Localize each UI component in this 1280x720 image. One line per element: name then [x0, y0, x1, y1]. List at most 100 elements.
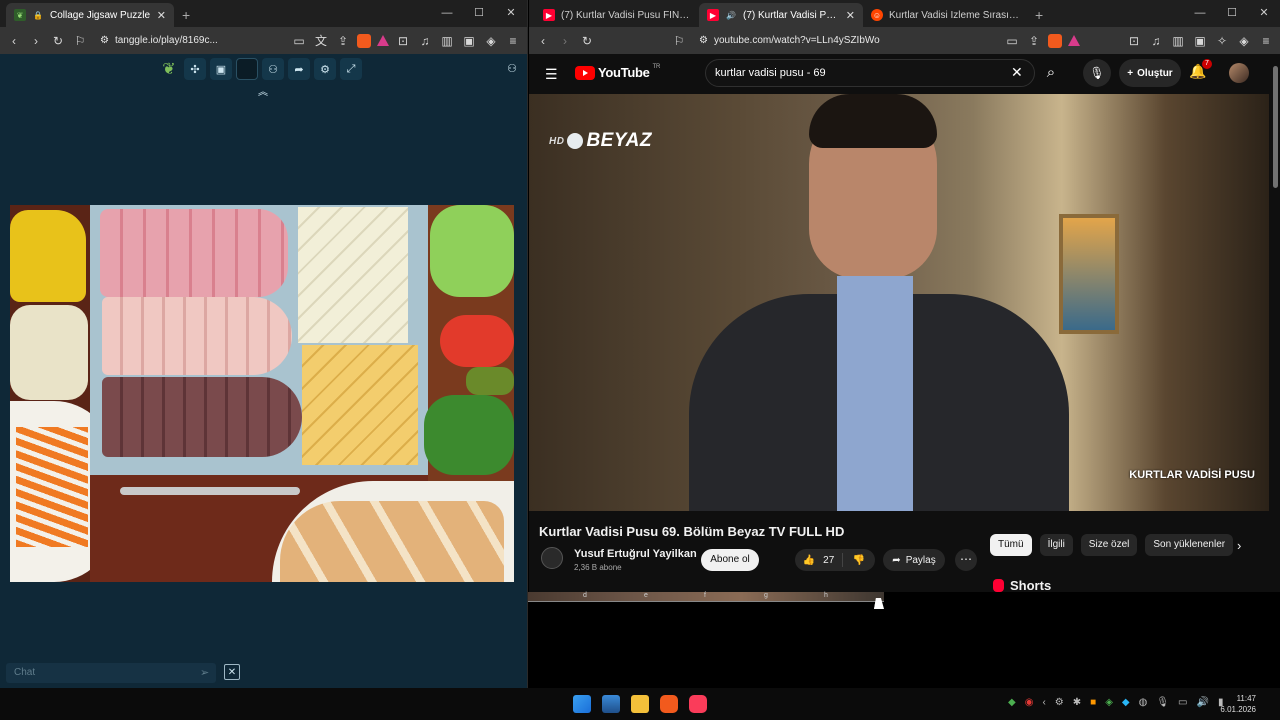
- system-clock[interactable]: 11:47 6.01.2026: [1220, 693, 1256, 715]
- translate-icon[interactable]: 文: [313, 32, 329, 49]
- minimize-icon[interactable]: —: [1184, 0, 1216, 27]
- tab-search-icon[interactable]: ⊡: [395, 34, 411, 48]
- site-info-icon[interactable]: ⚙: [100, 35, 109, 46]
- tray-app-icon[interactable]: ◉: [1025, 697, 1034, 708]
- reload-icon[interactable]: ↻: [50, 34, 66, 48]
- more-actions-icon[interactable]: ⋯: [955, 549, 977, 571]
- media-icon[interactable]: ♫: [417, 34, 433, 48]
- leaf-logo-icon[interactable]: ❦: [158, 58, 180, 80]
- new-tab-button[interactable]: +: [1027, 7, 1051, 27]
- youtube-logo[interactable]: YouTube TR: [575, 64, 660, 80]
- back-icon[interactable]: ‹: [535, 34, 551, 48]
- tray-app-icon[interactable]: ■: [1090, 697, 1096, 708]
- new-tab-button[interactable]: +: [174, 7, 198, 27]
- cast-icon[interactable]: ▭: [1004, 34, 1020, 48]
- close-chat-icon[interactable]: ✕: [224, 664, 240, 680]
- chip-all[interactable]: Tümü: [990, 534, 1032, 556]
- tab-kv-69[interactable]: ▶ 🔊 (7) Kurtlar Vadisi Pusu 69. Böl ✕: [699, 3, 863, 27]
- chip-recent[interactable]: Son yüklenenler: [1145, 534, 1234, 556]
- audio-playing-icon[interactable]: 🔊: [725, 9, 737, 21]
- tray-settings-icon[interactable]: ⚙: [1055, 697, 1064, 708]
- close-window-icon[interactable]: ✕: [1248, 0, 1280, 27]
- users-icon[interactable]: ⚇: [262, 58, 284, 80]
- tray-bluetooth-icon[interactable]: ✱: [1073, 697, 1081, 708]
- menu-icon[interactable]: ≡: [1258, 34, 1274, 48]
- search-icon[interactable]: ⌕: [1037, 59, 1065, 87]
- brave-shields-icon[interactable]: [1048, 33, 1062, 48]
- clear-search-icon[interactable]: ✕: [1011, 64, 1023, 81]
- ai-assistant-icon[interactable]: ✧: [1214, 34, 1230, 48]
- tray-display-icon[interactable]: ▭: [1178, 697, 1187, 708]
- chip-for-you[interactable]: Size özel: [1080, 534, 1138, 556]
- tab-collage-jigsaw[interactable]: ❦ 🔒 Collage Jigsaw Puzzle ✕: [6, 3, 174, 27]
- share-page-icon[interactable]: ⇪: [335, 34, 351, 48]
- cast-icon[interactable]: ▭: [291, 34, 307, 48]
- create-button[interactable]: + Oluştur: [1119, 59, 1181, 87]
- widgets-icon[interactable]: [602, 695, 620, 713]
- chevron-right-icon[interactable]: ›: [1237, 538, 1241, 553]
- forward-icon[interactable]: ›: [28, 34, 44, 48]
- fullscreen-icon[interactable]: ⤢: [340, 58, 362, 80]
- vpn-icon[interactable]: ◈: [1236, 34, 1252, 48]
- wallet-icon[interactable]: ▣: [1192, 34, 1208, 48]
- channel-avatar[interactable]: [541, 547, 563, 569]
- vpn-icon[interactable]: ◈: [483, 34, 499, 48]
- sidebar-icon[interactable]: ▥: [439, 34, 455, 48]
- brave-shields-icon[interactable]: [357, 33, 371, 48]
- like-button[interactable]: 👍 27: [795, 553, 843, 567]
- search-input[interactable]: kurtlar vadisi pusu - 69: [705, 59, 1035, 87]
- sidebar-icon[interactable]: ▥: [1170, 34, 1186, 48]
- tray-mic-icon[interactable]: 🎙: [1156, 697, 1169, 708]
- dislike-icon[interactable]: 👎: [843, 555, 875, 566]
- share-page-icon[interactable]: ⇪: [1026, 34, 1042, 48]
- hamburger-menu-icon[interactable]: ☰: [545, 66, 558, 83]
- brave-rewards-icon[interactable]: [377, 35, 389, 46]
- file-explorer-icon[interactable]: [631, 695, 649, 713]
- chip-related[interactable]: İlgili: [1039, 534, 1073, 556]
- minimize-icon[interactable]: —: [431, 0, 463, 27]
- forward-icon[interactable]: ›: [557, 34, 573, 48]
- subscribe-button[interactable]: Abone ol: [701, 549, 759, 571]
- image-icon[interactable]: ▣: [210, 58, 232, 80]
- maximize-icon[interactable]: ☐: [1216, 0, 1248, 27]
- settings-icon[interactable]: ⚙: [314, 58, 336, 80]
- avatar[interactable]: [1229, 63, 1249, 83]
- music-icon[interactable]: [689, 695, 707, 713]
- tray-chevron-icon[interactable]: ‹: [1042, 697, 1045, 708]
- start-icon[interactable]: [573, 695, 591, 713]
- share-icon[interactable]: ➦: [288, 58, 310, 80]
- wallet-icon[interactable]: ▣: [461, 34, 477, 48]
- tray-volume-icon[interactable]: 🔊: [1196, 697, 1208, 708]
- tray-shield-icon[interactable]: ◈: [1105, 697, 1113, 708]
- microphone-icon[interactable]: 🎙: [1083, 59, 1111, 87]
- address-bar[interactable]: ⚙ youtube.com/watch?v=LLn4ySZIbWo: [693, 30, 998, 51]
- brave-browser-icon[interactable]: [660, 695, 678, 713]
- collapse-toolbar-icon[interactable]: ︽: [258, 83, 268, 98]
- tray-app-icon[interactable]: ◆: [1008, 697, 1016, 708]
- players-icon[interactable]: ⚇: [502, 58, 522, 78]
- share-button[interactable]: ➦ Paylaş: [883, 549, 945, 571]
- puzzle-board[interactable]: [10, 205, 514, 582]
- scrollbar-thumb[interactable]: [1273, 66, 1278, 188]
- video-player[interactable]: HD BEYAZ KURTLAR VADİSİ PUSU: [529, 94, 1269, 511]
- preview-box-icon[interactable]: [236, 58, 258, 80]
- chat-input[interactable]: Chat: [6, 663, 216, 683]
- menu-icon[interactable]: ≡: [505, 34, 521, 48]
- send-icon[interactable]: ➢: [200, 666, 209, 679]
- close-window-icon[interactable]: ✕: [495, 0, 527, 27]
- media-icon[interactable]: ♫: [1148, 34, 1164, 48]
- channel-name[interactable]: Yusuf Ertuğrul Yayilkan: [574, 548, 697, 560]
- bookmark-icon[interactable]: ⚐: [671, 34, 687, 48]
- close-tab-icon[interactable]: ✕: [157, 9, 166, 22]
- tab-kv-final[interactable]: ▶ (7) Kurtlar Vadisi Pusu FİNAL | 300. B: [535, 3, 699, 27]
- tray-app-icon[interactable]: ◆: [1122, 697, 1130, 708]
- reload-icon[interactable]: ↻: [579, 34, 595, 48]
- maximize-icon[interactable]: ☐: [463, 0, 495, 27]
- tray-vpn-icon[interactable]: ◍: [1139, 697, 1148, 708]
- site-info-icon[interactable]: ⚙: [699, 35, 708, 46]
- tab-reddit[interactable]: ☺ Kurtlar Vadisi İzleme Sırası : r/Kurtl…: [863, 3, 1027, 27]
- brave-rewards-icon[interactable]: [1068, 35, 1080, 46]
- tab-search-icon[interactable]: ⊡: [1126, 34, 1142, 48]
- close-tab-icon[interactable]: ✕: [846, 9, 855, 22]
- address-bar[interactable]: ⚙ tanggle.io/play/8169c...: [94, 30, 285, 51]
